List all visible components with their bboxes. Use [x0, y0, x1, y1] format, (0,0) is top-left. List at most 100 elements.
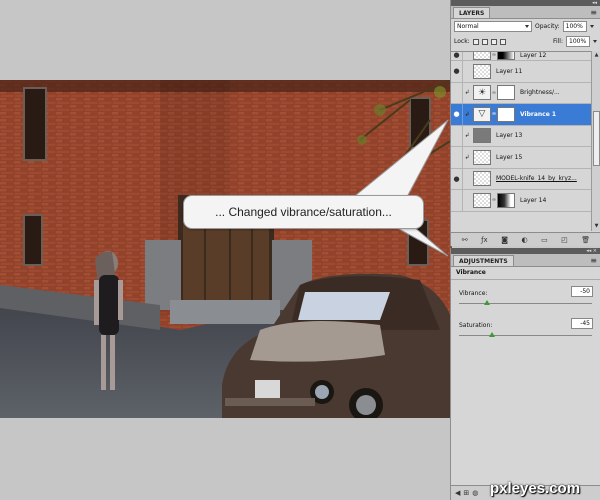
layer-name: Layer 11 — [496, 67, 523, 75]
link-layers-icon[interactable]: ⚯ — [462, 236, 468, 244]
lock-transparency-icon[interactable] — [472, 38, 479, 45]
lock-label: Lock: — [454, 38, 470, 45]
layer-list: ● ∞ Layer 12 ● Layer 11 ↲ ☀ ∞ Brightness… — [451, 51, 591, 231]
opacity-input[interactable]: 100% — [562, 21, 587, 32]
clip-arrow-icon: ↲ — [464, 132, 470, 140]
visibility-toggle[interactable] — [451, 125, 463, 146]
layer-name: Layer 12 — [520, 51, 547, 59]
blend-mode-select[interactable]: Normal — [454, 21, 532, 32]
layer-row[interactable]: ∞ Layer 14 — [451, 190, 591, 212]
vibrance-slider-handle[interactable] — [484, 300, 490, 305]
clip-to-layer-icon[interactable]: ◍ — [472, 489, 478, 497]
delete-layer-icon[interactable]: 🗑 — [581, 236, 590, 244]
lock-row: Lock: Fill: 100% — [451, 34, 600, 49]
fill-dropdown-icon[interactable] — [593, 40, 597, 43]
layer-thumbnail — [473, 63, 491, 79]
adjustments-tabrow: ADJUSTMENTS ≡ — [451, 254, 600, 267]
expand-view-icon[interactable]: ⊞ — [463, 489, 469, 497]
vibrance-track[interactable] — [459, 303, 592, 304]
layer-scrollbar[interactable]: ▲ ▼ — [591, 51, 600, 231]
layer-row[interactable]: ● ∞ Layer 12 — [451, 51, 591, 61]
layer-style-icon[interactable]: ƒx — [481, 236, 488, 244]
blend-row: Normal Opacity: 100% — [451, 19, 600, 34]
annotation-callout: ... Changed vibrance/saturation... — [183, 195, 424, 229]
layer-name: Brightness/... — [520, 89, 560, 97]
opacity-label: Opacity: — [535, 23, 560, 30]
photo-illustration — [0, 80, 452, 418]
layer-row[interactable]: ● Layer 11 — [451, 61, 591, 83]
new-group-icon[interactable]: ▭ — [541, 236, 548, 244]
layer-thumbnail — [473, 128, 491, 144]
opacity-dropdown-icon[interactable] — [589, 25, 594, 28]
blend-mode-value: Normal — [457, 23, 479, 30]
eye-icon[interactable]: ● — [451, 168, 463, 189]
layers-panel: ◂◂ LAYERS ≡ Normal Opacity: 100% Lock: F… — [450, 0, 600, 246]
saturation-label: Saturation: — [459, 322, 493, 329]
eye-icon[interactable]: ● — [451, 52, 463, 60]
layer-mask-thumbnail — [497, 85, 515, 101]
layer-thumbnail — [473, 52, 491, 60]
layer-mask-thumbnail — [497, 106, 515, 122]
layer-name: Layer 15 — [496, 153, 523, 161]
fill-value: 100% — [569, 38, 587, 45]
photo-canvas[interactable] — [0, 80, 452, 418]
adjustments-panel: ◂◂ × ADJUSTMENTS ≡ Vibrance Vibrance: -5… — [450, 248, 600, 500]
layer-name: Layer 14 — [520, 196, 547, 204]
saturation-slider-handle[interactable] — [489, 332, 495, 337]
layer-row[interactable]: ↲ Layer 13 — [451, 125, 591, 147]
collapse-icon[interactable]: ◂◂ × — [586, 248, 597, 254]
layer-thumbnail — [473, 149, 491, 165]
opacity-value: 100% — [565, 23, 583, 30]
brightness-icon: ☀ — [473, 85, 491, 101]
collapse-icon[interactable]: ◂◂ — [592, 0, 597, 6]
layer-name: MODEL-knife_14_by_kryz... — [496, 175, 577, 183]
layer-thumbnail — [473, 192, 491, 208]
saturation-track[interactable] — [459, 335, 592, 336]
visibility-toggle[interactable] — [451, 147, 463, 168]
clip-arrow-icon: ↲ — [464, 153, 470, 161]
eye-icon[interactable]: ● — [451, 61, 463, 82]
lock-icons — [472, 38, 506, 45]
tab-adjustments[interactable]: ADJUSTMENTS — [453, 255, 514, 266]
saturation-slider-row: Saturation: -45 — [451, 312, 600, 344]
back-arrow-icon[interactable]: ◀ — [455, 489, 460, 497]
layer-name: Vibrance 1 — [520, 110, 557, 118]
lock-all-icon[interactable] — [499, 38, 506, 45]
visibility-toggle[interactable] — [451, 190, 463, 211]
lock-pixels-icon[interactable] — [481, 38, 488, 45]
panel-menu-icon[interactable]: ≡ — [590, 256, 597, 266]
layer-row[interactable]: ↲ ☀ ∞ Brightness/... — [451, 82, 591, 104]
panel-menu-icon[interactable]: ≡ — [590, 8, 597, 18]
eye-icon[interactable]: ● — [451, 104, 463, 125]
saturation-input[interactable]: -45 — [571, 318, 593, 329]
scroll-up-icon[interactable]: ▲ — [593, 52, 600, 59]
tab-layers[interactable]: LAYERS — [453, 7, 491, 18]
layer-mask-thumbnail — [497, 52, 515, 60]
document-canvas[interactable] — [0, 0, 452, 500]
new-layer-icon[interactable]: ◰ — [561, 236, 568, 244]
add-mask-icon[interactable]: ◙ — [501, 236, 508, 244]
lock-position-icon[interactable] — [490, 38, 497, 45]
vibrance-icon: ▽ — [473, 106, 491, 122]
vibrance-slider-row: Vibrance: -50 — [451, 280, 600, 312]
watermark: pxleyes.com — [490, 480, 581, 497]
adjustment-layer-icon[interactable]: ◐ — [521, 236, 527, 244]
fill-label: Fill: — [552, 38, 563, 45]
vibrance-label: Vibrance: — [459, 290, 488, 297]
chevron-down-icon — [525, 25, 529, 28]
layer-row-selected[interactable]: ● ↲ ▽ ∞ Vibrance 1 — [451, 104, 591, 126]
layers-footer: ⚯ ƒx ◙ ◐ ▭ ◰ 🗑 — [451, 232, 600, 246]
adjustment-title: Vibrance — [451, 267, 600, 280]
layer-row[interactable]: ↲ Layer 15 — [451, 147, 591, 169]
visibility-toggle[interactable] — [451, 82, 463, 103]
scroll-down-icon[interactable]: ▼ — [593, 223, 600, 230]
layers-tabrow: LAYERS ≡ — [451, 6, 600, 19]
scrollbar-thumb[interactable] — [593, 111, 600, 166]
fill-input[interactable]: 100% — [566, 36, 590, 47]
layer-thumbnail — [473, 171, 491, 187]
layer-row[interactable]: ● MODEL-knife_14_by_kryz... — [451, 168, 591, 190]
layer-name: Layer 13 — [496, 132, 523, 140]
vibrance-input[interactable]: -50 — [571, 286, 593, 297]
clip-arrow-icon: ↲ — [464, 110, 470, 118]
layer-mask-thumbnail — [497, 192, 515, 208]
